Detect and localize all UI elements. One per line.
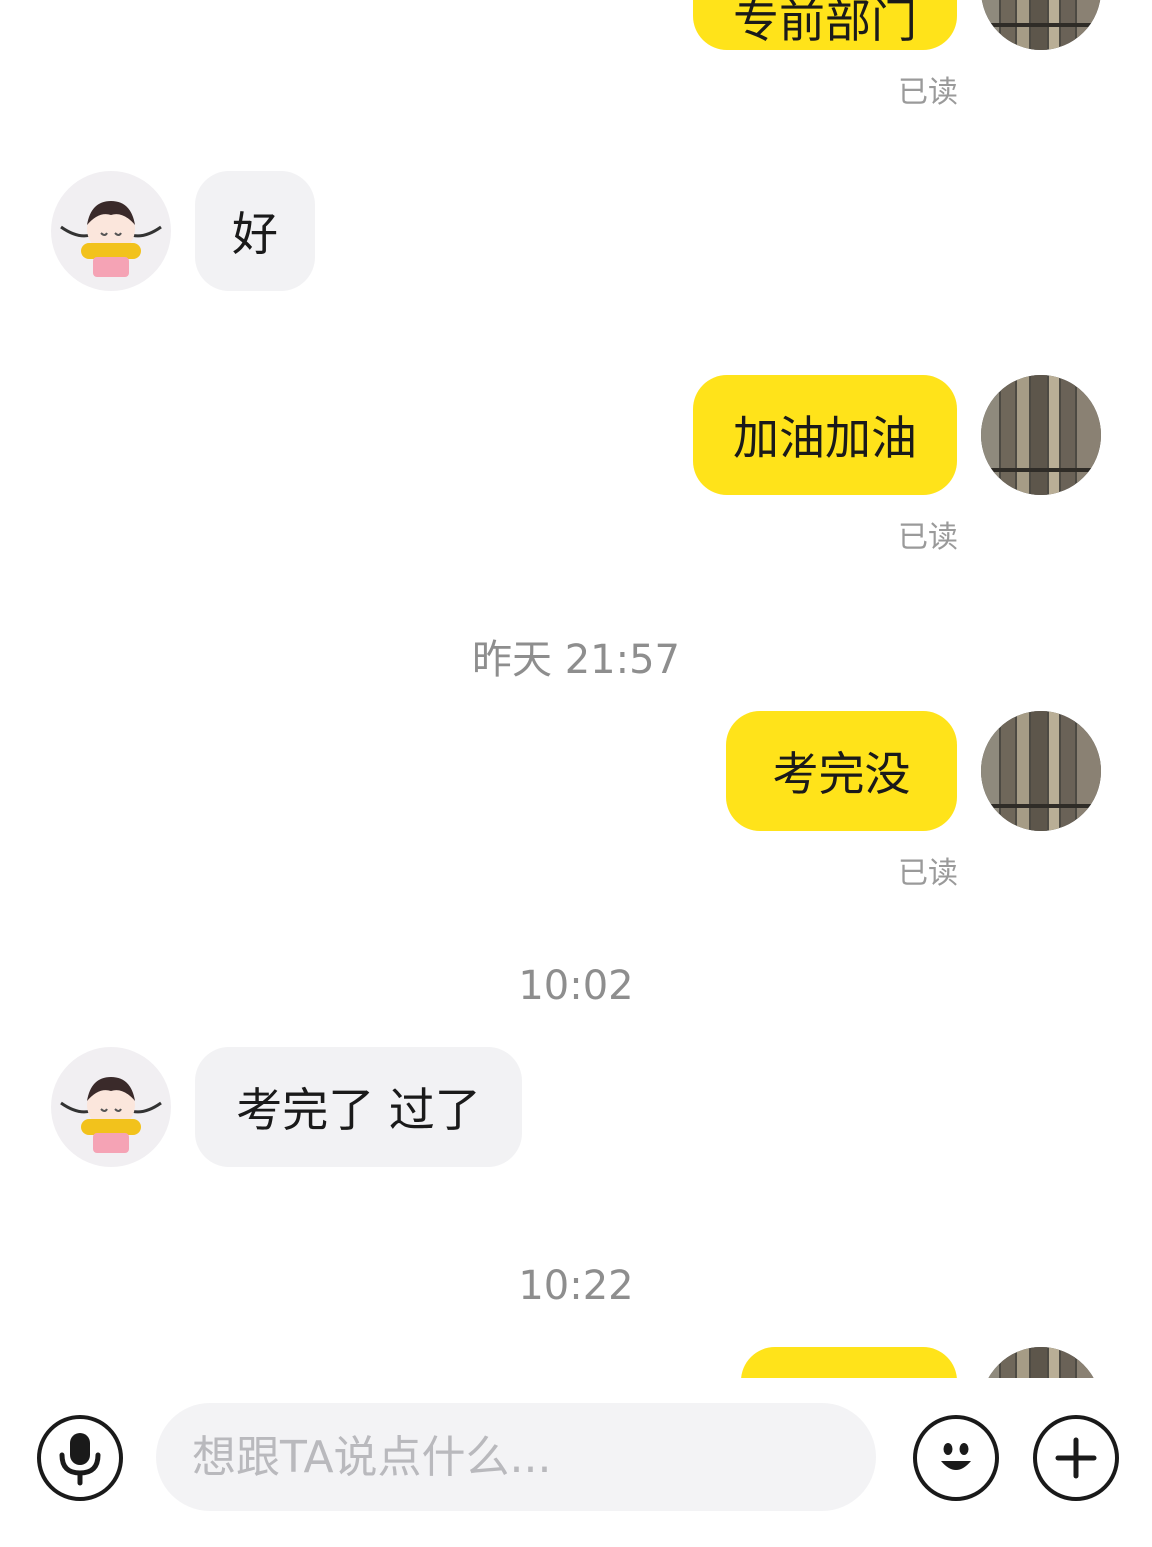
microphone-icon — [59, 1433, 101, 1486]
read-receipt: 已读 — [898, 75, 958, 110]
more-button[interactable] — [1033, 1415, 1119, 1501]
incoming-message-bubble[interactable]: 好 — [195, 171, 315, 291]
smiley-icon — [941, 1443, 971, 1470]
message-text: 好 — [232, 207, 278, 261]
message-input[interactable] — [156, 1403, 876, 1511]
message-text: 专前部门 — [733, 0, 917, 48]
contact-avatar[interactable] — [51, 1047, 171, 1167]
read-receipt: 已读 — [898, 520, 958, 555]
outgoing-message-bubble[interactable]: 加油加油 — [693, 375, 957, 495]
timestamp: 10:02 — [518, 963, 634, 1009]
emoji-button[interactable] — [913, 1415, 999, 1501]
my-avatar[interactable] — [981, 1347, 1101, 1378]
my-avatar[interactable] — [981, 711, 1101, 831]
message-text: 考完没 — [772, 747, 911, 801]
chat-message-list[interactable]: 专前部门 已读 好 加油加油 已读 昨天 21:57 考完没 已读 10:02 … — [0, 0, 1152, 1378]
outgoing-message-bubble[interactable] — [741, 1347, 957, 1378]
incoming-message-bubble[interactable]: 考完了 过了 — [195, 1047, 522, 1167]
message-text: 加油加油 — [733, 411, 917, 465]
plus-icon — [1055, 1437, 1097, 1479]
message-text: 考完了 过了 — [236, 1083, 481, 1137]
my-avatar[interactable] — [981, 375, 1101, 495]
voice-button[interactable] — [37, 1415, 123, 1501]
contact-avatar[interactable] — [51, 171, 171, 291]
outgoing-message-bubble[interactable]: 专前部门 — [693, 0, 957, 50]
timestamp: 昨天 21:57 — [472, 637, 680, 683]
my-avatar[interactable] — [981, 0, 1101, 50]
timestamp: 10:22 — [518, 1263, 634, 1309]
message-input-bar — [0, 1378, 1152, 1547]
outgoing-message-bubble[interactable]: 考完没 — [726, 711, 957, 831]
read-receipt: 已读 — [898, 856, 958, 891]
